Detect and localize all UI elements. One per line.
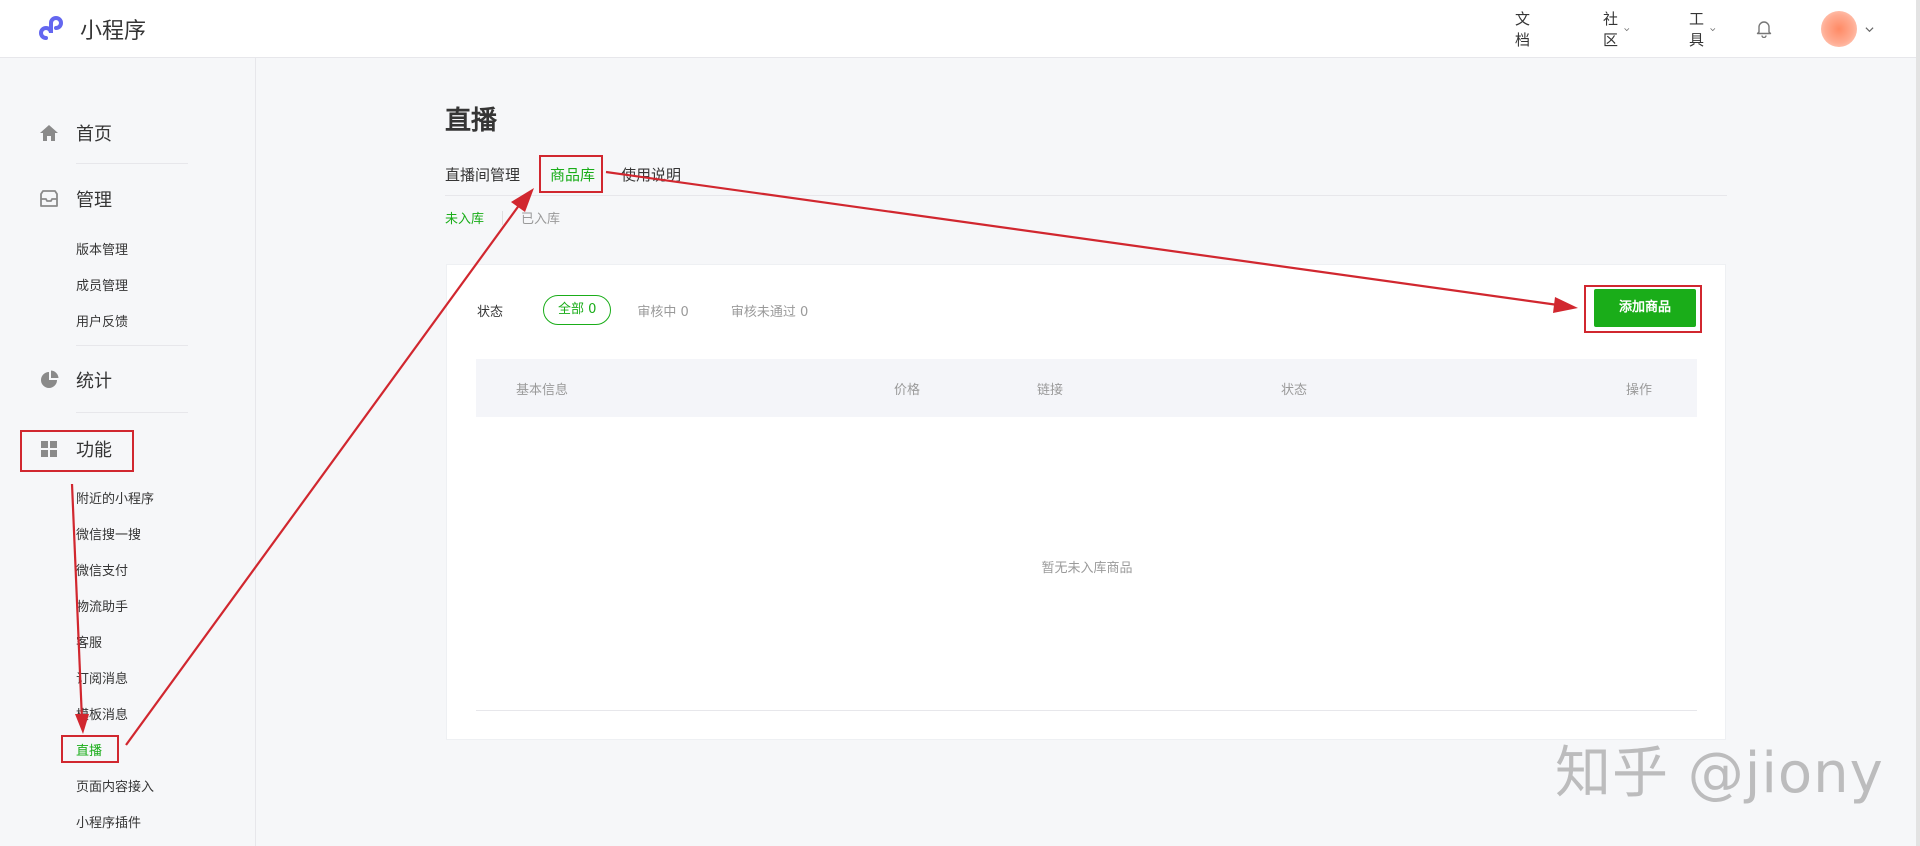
subtab-bar: 未入库 已入库 [445, 208, 560, 227]
tab-bar: 直播间管理 商品库 使用说明 [445, 164, 1727, 196]
subtab-not-stored[interactable]: 未入库 [445, 208, 484, 227]
column-price: 价格 [894, 383, 921, 398]
sidebar-item-version[interactable]: 版本管理 [76, 239, 128, 258]
sidebar-item-label: 管理 [76, 190, 112, 211]
column-link: 链接 [1037, 383, 1064, 398]
filter-reviewing[interactable]: 审核中 0 [637, 301, 688, 320]
subtab-stored[interactable]: 已入库 [521, 208, 560, 227]
divider [76, 412, 188, 413]
scrollbar[interactable] [1916, 0, 1920, 846]
nav-docs[interactable]: 文档 [1515, 8, 1530, 50]
sidebar-item-features[interactable]: 功能 [38, 436, 112, 462]
avatar [1821, 11, 1857, 47]
column-actions: 操作 [1626, 383, 1653, 398]
chevron-down-icon [1865, 26, 1874, 32]
sidebar-item-stats[interactable]: 统计 [38, 367, 112, 393]
add-product-button[interactable]: 添加商品 [1594, 289, 1696, 327]
divider [502, 210, 504, 225]
sidebar-item-page-content[interactable]: 页面内容接入 [76, 776, 154, 795]
nav-community[interactable]: 社区 [1603, 8, 1630, 50]
empty-state: 暂无未入库商品 [1041, 561, 1133, 576]
tab-product-library[interactable]: 商品库 [550, 164, 595, 185]
sidebar-item-plugins[interactable]: 小程序插件 [76, 812, 141, 831]
status-filter: 状态 全部 0 审核中 0 审核未通过 0 [477, 295, 850, 325]
logo[interactable]: 小程序 [38, 12, 146, 46]
sidebar-item-template-msg[interactable]: 模板消息 [76, 704, 128, 723]
inbox-icon [40, 190, 58, 207]
sidebar-item-subscribe-msg[interactable]: 订阅消息 [76, 668, 128, 687]
divider [476, 710, 1697, 711]
sidebar-item-members[interactable]: 成员管理 [76, 275, 128, 294]
bell-icon[interactable] [1754, 18, 1774, 38]
sidebar-item-home[interactable]: 首页 [38, 120, 112, 146]
top-bar: 小程序 文档 社区 工具 [0, 0, 1920, 58]
sidebar-item-live[interactable]: 直播 [76, 740, 102, 759]
divider [76, 345, 188, 346]
tab-usage-guide[interactable]: 使用说明 [621, 164, 681, 185]
sidebar: 首页 管理 版本管理 成员管理 用户反馈 统计 功能 附近的小程序 微信搜一搜 … [0, 58, 256, 846]
nav-tools-label: 工具 [1688, 10, 1704, 49]
filter-all[interactable]: 全部 0 [543, 295, 612, 325]
filter-label: 状态 [477, 304, 504, 320]
column-basic-info: 基本信息 [516, 383, 569, 398]
sidebar-item-wechat-search[interactable]: 微信搜一搜 [76, 524, 141, 543]
chevron-down-icon [1710, 27, 1716, 31]
sidebar-item-label: 统计 [76, 371, 112, 392]
user-menu[interactable] [1821, 11, 1874, 47]
nav-tools[interactable]: 工具 [1689, 8, 1716, 50]
sidebar-item-nearby[interactable]: 附近的小程序 [76, 488, 154, 507]
sidebar-item-feedback[interactable]: 用户反馈 [76, 311, 128, 330]
sidebar-item-customer-service[interactable]: 客服 [76, 632, 102, 651]
sidebar-item-wechat-pay[interactable]: 微信支付 [76, 560, 128, 579]
watermark: 知乎 @jiony [1555, 741, 1884, 806]
app-name: 小程序 [80, 19, 147, 44]
column-status: 状态 [1281, 383, 1308, 398]
logo-icon [39, 16, 63, 40]
nav-community-label: 社区 [1602, 10, 1618, 49]
grid-icon [41, 441, 57, 457]
home-icon [40, 125, 58, 141]
sidebar-item-logistics[interactable]: 物流助手 [76, 596, 128, 615]
divider [76, 163, 188, 164]
pie-chart-icon [41, 370, 59, 388]
sidebar-item-manage[interactable]: 管理 [38, 186, 112, 212]
product-panel: 状态 全部 0 审核中 0 审核未通过 0 添加商品 基本信息 价格 链接 状态… [446, 264, 1726, 740]
sidebar-item-label: 功能 [76, 440, 112, 461]
chevron-down-icon [1624, 27, 1630, 31]
tab-live-room[interactable]: 直播间管理 [445, 164, 520, 185]
sidebar-item-label: 首页 [76, 124, 112, 145]
table-header: 基本信息 价格 链接 状态 操作 [476, 359, 1697, 417]
filter-rejected[interactable]: 审核未通过 0 [731, 301, 808, 320]
page-title: 直播 [445, 106, 498, 136]
